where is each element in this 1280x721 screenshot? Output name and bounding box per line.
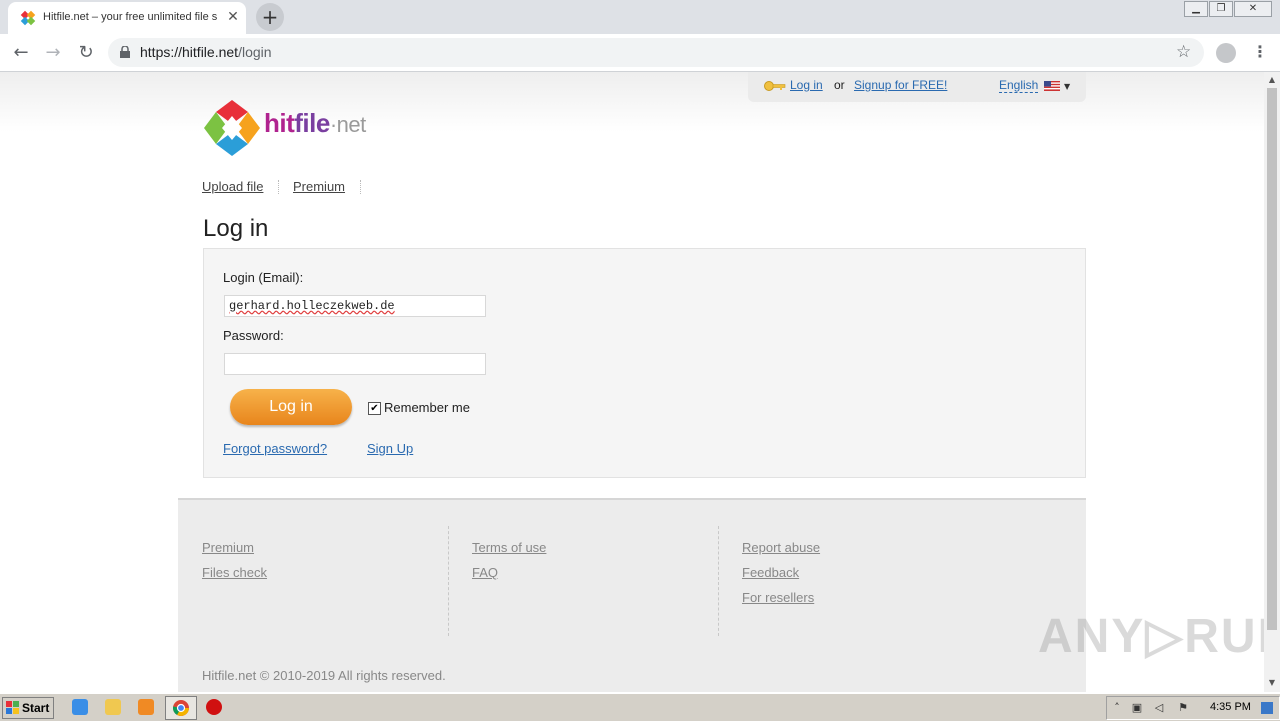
page-footer: Premium Files check Terms of use FAQ Rep…	[178, 498, 1086, 692]
forward-arrow-icon[interactable]: →	[42, 42, 64, 64]
scroll-up-icon[interactable]: ▲	[1267, 75, 1277, 85]
forgot-password-link[interactable]: Forgot password?	[223, 441, 327, 456]
footer-divider	[718, 526, 719, 636]
windows-logo-icon	[6, 701, 19, 714]
system-tray: ˄ ▣ ◁ ⚑ 4:35 PM	[1106, 696, 1280, 720]
logo-file: file	[294, 108, 330, 138]
sign-up-link[interactable]: Sign Up	[367, 441, 413, 456]
windows-taskbar: Start ˄ ▣ ◁ ⚑ 4:35 PM	[0, 693, 1280, 721]
hitfile-logo[interactable]: hitfile·net	[202, 98, 378, 158]
window-close-button[interactable]: ✕	[1234, 1, 1272, 17]
url-path: /login	[238, 44, 272, 60]
logo-cube-icon	[204, 100, 260, 156]
start-label: Start	[22, 701, 50, 715]
footer-faq-link[interactable]: FAQ	[472, 565, 498, 580]
footer-resellers-link[interactable]: For resellers	[742, 590, 814, 605]
footer-feedback-link[interactable]: Feedback	[742, 565, 799, 580]
account-bar: Log in or Signup for FREE! English ▼	[748, 72, 1086, 102]
internet-explorer-icon[interactable]	[72, 699, 88, 715]
tray-expand-icon[interactable]: ˄	[1111, 702, 1123, 714]
url-text: https://hitfile.net/login	[140, 44, 272, 60]
bookmark-star-icon[interactable]: ☆	[1176, 42, 1191, 62]
login-button[interactable]: Log in	[230, 389, 352, 425]
media-player-icon[interactable]	[138, 699, 154, 715]
language-selector[interactable]: English	[999, 78, 1039, 93]
taskbar-clock[interactable]: 4:35 PM	[1210, 701, 1251, 713]
footer-premium-link[interactable]: Premium	[202, 540, 254, 555]
header-signup-link[interactable]: Signup for FREE!	[854, 78, 947, 92]
stop-icon[interactable]	[206, 699, 222, 715]
email-field[interactable]: gerhard.holleczekweb.de	[224, 295, 486, 317]
footer-files-check-link[interactable]: Files check	[202, 565, 267, 580]
restore-button[interactable]: ❐	[1209, 1, 1233, 17]
logo-hit: hit	[264, 108, 295, 138]
show-desktop-icon[interactable]	[1261, 702, 1273, 714]
logo-text: hitfile·net	[264, 108, 366, 139]
footer-divider	[448, 526, 449, 636]
password-label: Password:	[223, 328, 284, 343]
email-label: Login (Email):	[223, 270, 304, 285]
chrome-icon	[173, 700, 189, 716]
logo-net: ·net	[329, 112, 366, 137]
hitfile-favicon-icon	[20, 10, 36, 26]
network-icon[interactable]: ▣	[1131, 702, 1143, 714]
start-button[interactable]: Start	[2, 697, 54, 719]
chrome-taskbar-button[interactable]	[165, 696, 197, 720]
anyrun-watermark: ANY▷RUN	[1038, 610, 1264, 663]
copyright-text: Hitfile.net © 2010-2019 All rights reser…	[202, 668, 446, 683]
volume-icon[interactable]: ◁	[1153, 702, 1165, 714]
url-host: https://hitfile.net	[140, 44, 239, 60]
page-scrollbar[interactable]: ▲ ▼	[1264, 72, 1280, 692]
scroll-thumb[interactable]	[1267, 88, 1277, 630]
reload-icon[interactable]: ↻	[75, 42, 97, 64]
browser-tab[interactable]: Hitfile.net – your free unlimited file s…	[8, 2, 246, 34]
footer-terms-link[interactable]: Terms of use	[472, 540, 546, 555]
browser-toolbar: ← → ↻ https://hitfile.net/login ☆ ⋮	[0, 34, 1280, 72]
remember-me-label[interactable]: Remember me	[384, 400, 470, 415]
login-form: Login (Email): gerhard.holleczekweb.de P…	[203, 248, 1086, 478]
page-viewport: Log in or Signup for FREE! English ▼ hit…	[0, 72, 1264, 692]
minimize-button[interactable]: ▁	[1184, 1, 1208, 17]
nav-separator	[278, 180, 279, 194]
tab-title: Hitfile.net – your free unlimited file s	[43, 11, 218, 23]
new-tab-button[interactable]: +	[256, 3, 284, 31]
key-icon	[764, 81, 786, 91]
lock-icon	[120, 46, 130, 58]
page-title: Log in	[203, 215, 269, 242]
browser-menu-icon[interactable]: ⋮	[1252, 42, 1268, 61]
nav-separator	[360, 180, 361, 194]
back-arrow-icon[interactable]: ←	[10, 42, 32, 64]
footer-report-abuse-link[interactable]: Report abuse	[742, 540, 820, 555]
address-bar[interactable]: https://hitfile.net/login ☆	[108, 38, 1204, 67]
browser-titlebar: Hitfile.net – your free unlimited file s…	[0, 0, 1280, 34]
scroll-down-icon[interactable]: ▼	[1267, 678, 1277, 688]
nav-premium[interactable]: Premium	[293, 179, 345, 194]
chevron-down-icon[interactable]: ▼	[1064, 82, 1070, 91]
file-explorer-icon[interactable]	[105, 699, 121, 715]
remember-me-checkbox[interactable]: ✔	[368, 402, 381, 415]
nav-upload-file[interactable]: Upload file	[202, 179, 263, 194]
profile-avatar-icon[interactable]	[1216, 43, 1236, 63]
header-login-link[interactable]: Log in	[790, 78, 823, 92]
tab-close-icon[interactable]: ✕	[224, 8, 242, 26]
password-field[interactable]	[224, 353, 486, 375]
email-value: gerhard.holleczekweb.de	[229, 299, 395, 313]
action-center-flag-icon[interactable]: ⚑	[1177, 702, 1189, 714]
or-text: or	[834, 78, 845, 92]
us-flag-icon	[1044, 81, 1060, 91]
